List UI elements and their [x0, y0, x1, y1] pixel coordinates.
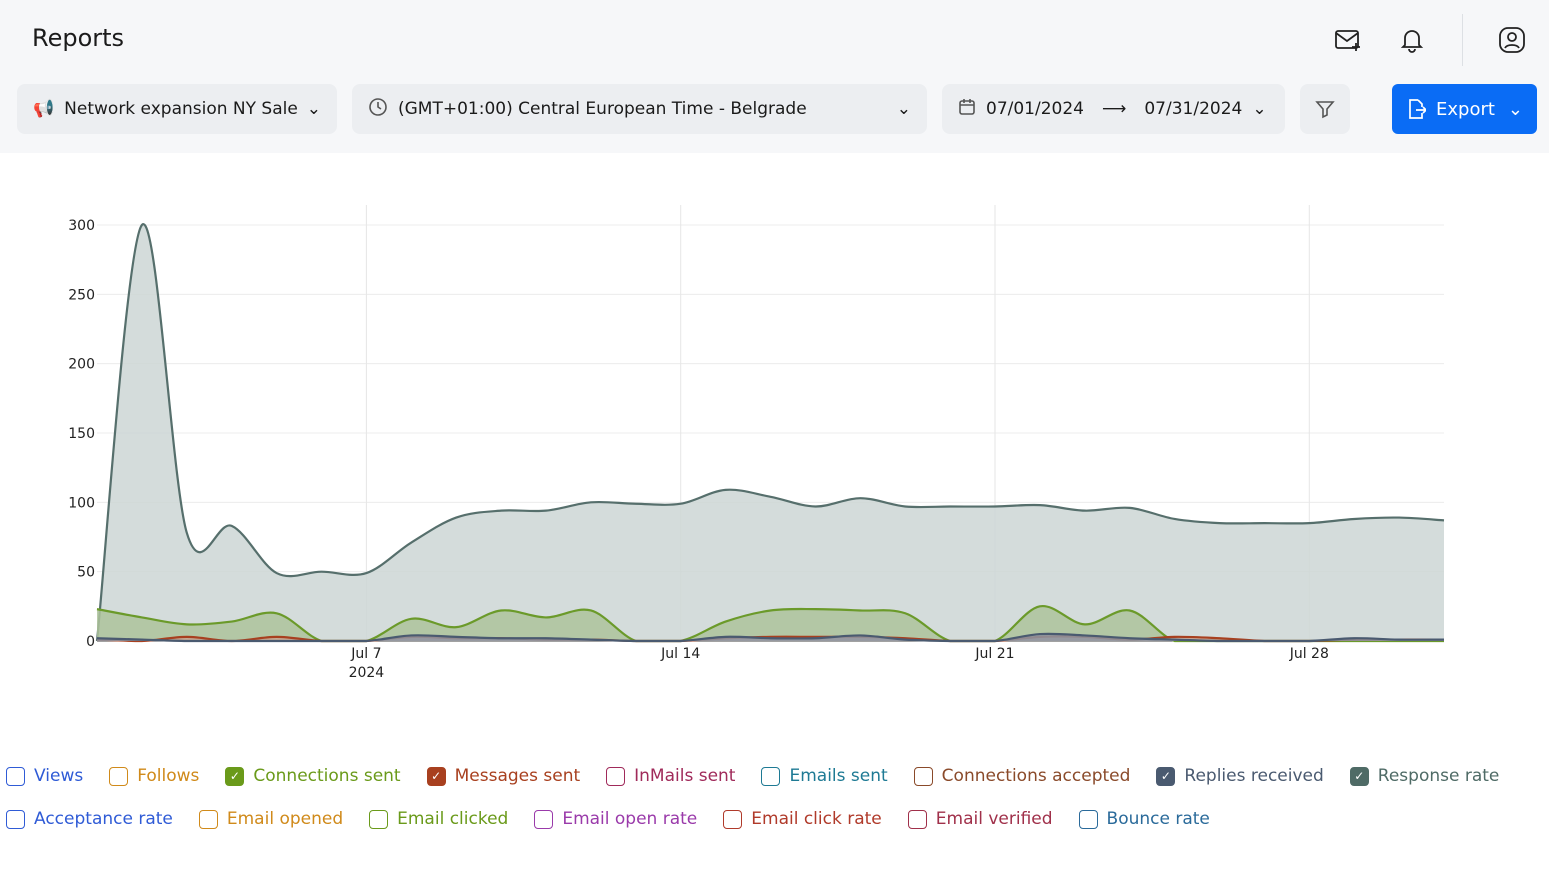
- legend-item[interactable]: InMails sent: [606, 766, 735, 786]
- legend-label: Emails sent: [789, 766, 888, 786]
- legend-label: Messages sent: [454, 766, 581, 786]
- legend-item[interactable]: Follows: [109, 766, 199, 786]
- checkbox-checked-icon[interactable]: ✓: [225, 766, 245, 786]
- y-tick-label: 100: [68, 495, 95, 511]
- legend-label: Response rate: [1377, 766, 1500, 786]
- checkbox-icon[interactable]: [6, 766, 25, 786]
- checkbox-icon[interactable]: [761, 766, 781, 786]
- legend-item[interactable]: Connections accepted: [913, 766, 1131, 786]
- legend-item[interactable]: Email clicked: [369, 809, 508, 829]
- legend-item[interactable]: Emails sent: [761, 766, 888, 786]
- area-chart: 0 50 100 150 200 250 300 Jul 7 2024 Jul 14 Jul 21 J…: [68, 205, 1445, 681]
- legend-label: Replies received: [1184, 766, 1324, 786]
- y-tick-label: 250: [68, 287, 95, 303]
- y-tick-label: 200: [68, 357, 95, 373]
- legend-item[interactable]: ✓ Response rate: [1349, 766, 1500, 786]
- legend-label: Bounce rate: [1106, 809, 1210, 829]
- checkbox-icon[interactable]: [913, 766, 933, 786]
- legend-label: Email click rate: [751, 809, 882, 829]
- checkbox-icon[interactable]: [109, 766, 129, 786]
- checkbox-checked-icon[interactable]: ✓: [426, 766, 446, 786]
- legend-label: Views: [34, 766, 84, 786]
- x-tick-label: Jul 7: [350, 646, 381, 662]
- y-tick-label: 300: [68, 218, 95, 234]
- legend-label: Email verified: [935, 809, 1053, 829]
- checkbox-icon[interactable]: [723, 809, 743, 829]
- x-tick-label: Jul 21: [974, 646, 1014, 662]
- checkbox-icon[interactable]: [534, 809, 554, 829]
- legend-label: Connections sent: [253, 766, 401, 786]
- legend-item[interactable]: Bounce rate: [1078, 809, 1210, 829]
- legend-label: Email opened: [226, 809, 344, 829]
- legend-label: Follows: [137, 766, 200, 786]
- legend-item[interactable]: Email open rate: [534, 809, 697, 829]
- legend-item[interactable]: Email verified: [907, 809, 1053, 829]
- checkbox-checked-icon[interactable]: ✓: [1349, 766, 1369, 786]
- legend-row-1: Views Follows ✓ Connections sent ✓ Messages s…: [6, 766, 1525, 786]
- x-tick-label: Jul 28: [1289, 646, 1329, 662]
- checkbox-icon[interactable]: [907, 809, 927, 829]
- legend-row-2: Acceptance rate Email opened Email clicked…: [6, 809, 1236, 829]
- checkbox-checked-icon[interactable]: ✓: [1156, 766, 1176, 786]
- legend-label: Connections accepted: [941, 766, 1131, 786]
- legend-item[interactable]: Email opened: [198, 809, 344, 829]
- legend-label: Email open rate: [562, 809, 698, 829]
- y-tick-label: 150: [68, 426, 95, 442]
- checkbox-icon[interactable]: [369, 809, 389, 829]
- x-tick-sublabel: 2024: [349, 665, 385, 681]
- checkbox-icon[interactable]: [1078, 809, 1098, 829]
- y-tick-label: 0: [86, 634, 95, 650]
- legend-item[interactable]: ✓ Messages sent: [426, 766, 581, 786]
- x-tick-label: Jul 14: [660, 646, 700, 662]
- y-tick-label: 50: [77, 565, 95, 581]
- legend-item[interactable]: Views: [6, 766, 83, 786]
- legend-item[interactable]: ✓ Replies received: [1156, 766, 1324, 786]
- legend-label: InMails sent: [634, 766, 736, 786]
- legend-item[interactable]: ✓ Connections sent: [225, 766, 401, 786]
- legend-label: Acceptance rate: [34, 809, 173, 829]
- legend-item[interactable]: Email click rate: [723, 809, 882, 829]
- checkbox-icon[interactable]: [606, 766, 626, 786]
- checkbox-icon[interactable]: [198, 809, 218, 829]
- checkbox-icon[interactable]: [6, 809, 25, 829]
- legend-item[interactable]: Acceptance rate: [6, 809, 173, 829]
- legend-label: Email clicked: [397, 809, 509, 829]
